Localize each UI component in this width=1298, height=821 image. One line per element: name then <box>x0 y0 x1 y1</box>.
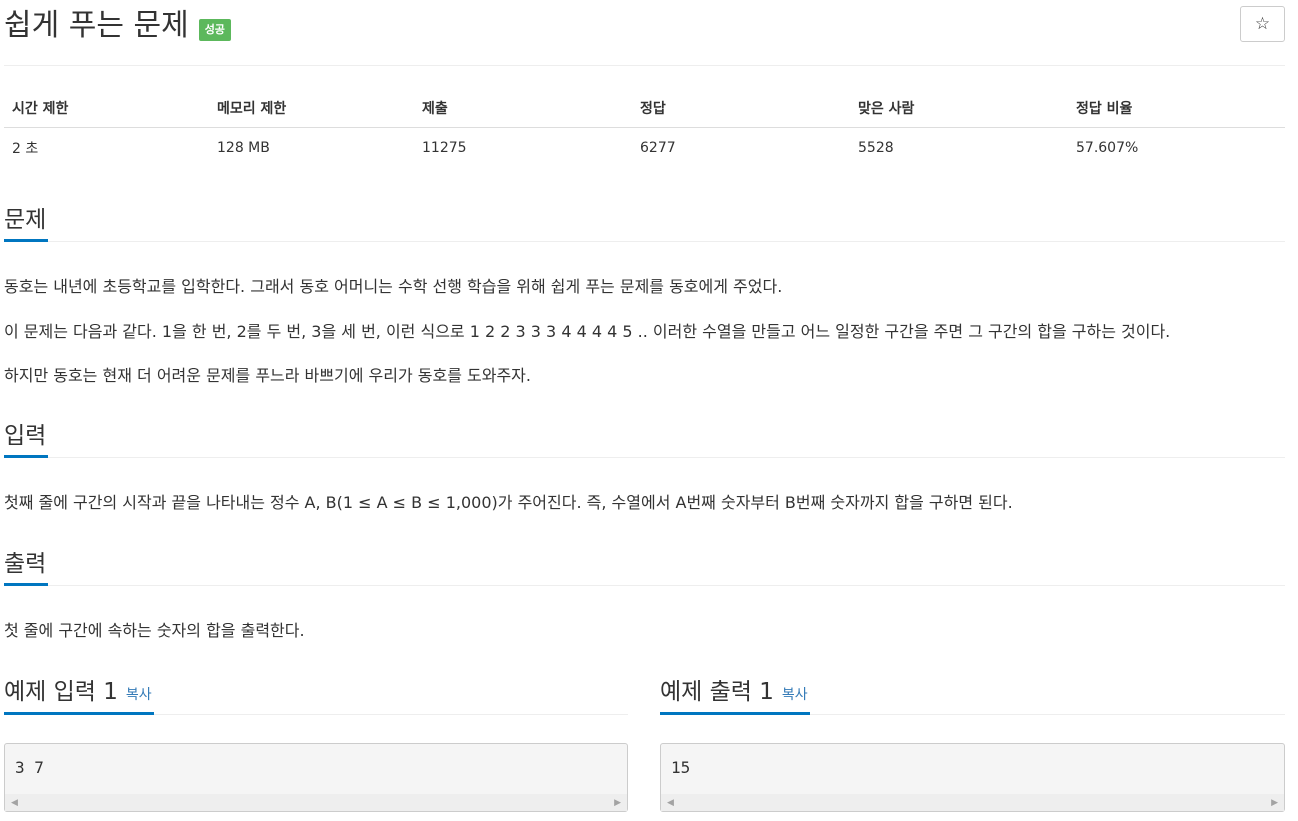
time-limit-value: 2 초 <box>12 141 39 157</box>
input-section-heading: 입력 <box>4 418 1285 458</box>
section-title: 출력 <box>4 546 49 586</box>
scroll-left-icon[interactable]: ◀ <box>11 798 18 808</box>
stats-header-cell: 제출 <box>422 100 448 117</box>
sample-input-title-text: 예제 입력 1 <box>4 679 118 705</box>
stats-header-row: 시간 제한 메모리 제한 제출 정답 맞은 사람 정답 비율 <box>4 88 1285 128</box>
sample-output-heading: 예제 출력 1 복사 <box>660 674 1285 715</box>
problem-paragraph: 동호는 내년에 초등학교를 입학한다. 그래서 동호 어머니는 수학 선행 학습… <box>4 277 783 296</box>
accepted-value: 6277 <box>640 140 676 156</box>
copy-input-link[interactable]: 복사 <box>126 687 152 703</box>
sample-output-title-text: 예제 출력 1 <box>660 679 774 705</box>
title-row: 쉽게 푸는 문제 성공 <box>4 6 231 46</box>
copy-output-link[interactable]: 복사 <box>782 687 808 703</box>
stats-header-cell: 맞은 사람 <box>858 100 915 117</box>
stats-header-cell: 정답 비율 <box>1076 100 1133 117</box>
sample-output-content: 15 <box>671 758 691 777</box>
scroll-left-icon[interactable]: ◀ <box>667 798 674 808</box>
horizontal-scrollbar[interactable]: ◀ ▶ <box>661 794 1284 811</box>
stats-header-cell: 정답 <box>640 100 666 117</box>
stats-header-cell: 시간 제한 <box>12 100 69 117</box>
sample-input-content: 3 7 <box>15 758 44 777</box>
section-title: 입력 <box>4 418 49 458</box>
stats-value-row: 2 초 128 MB 11275 6277 5528 57.607% <box>4 128 1285 168</box>
memory-limit-value: 128 MB <box>217 140 270 156</box>
output-description: 첫 줄에 구간에 속하는 숫자의 합을 출력한다. <box>4 621 305 640</box>
accept-ratio-value: 57.607% <box>1076 140 1139 156</box>
solvers-value: 5528 <box>858 140 894 156</box>
star-icon: ☆ <box>1254 14 1271 34</box>
page-title: 쉽게 푸는 문제 <box>4 8 189 43</box>
sample-output-box[interactable]: 15 ◀ ▶ <box>660 743 1285 812</box>
favorite-button[interactable]: ☆ <box>1240 6 1285 42</box>
divider <box>4 65 1285 66</box>
submissions-value: 11275 <box>422 140 467 156</box>
input-description: 첫째 줄에 구간의 시작과 끝을 나타내는 정수 A, B(1 ≤ A ≤ B … <box>4 493 1013 512</box>
horizontal-scrollbar[interactable]: ◀ ▶ <box>5 794 627 811</box>
stats-header-cell: 메모리 제한 <box>217 100 287 117</box>
scroll-right-icon[interactable]: ▶ <box>614 798 621 808</box>
output-section-heading: 출력 <box>4 546 1285 586</box>
problem-paragraph: 이 문제는 다음과 같다. 1을 한 번, 2를 두 번, 3을 세 번, 이런… <box>4 322 1171 341</box>
problem-section-heading: 문제 <box>4 202 1285 242</box>
sample-input-title: 예제 입력 1 복사 <box>4 674 154 715</box>
section-title: 문제 <box>4 202 49 242</box>
sample-input-heading: 예제 입력 1 복사 <box>4 674 628 715</box>
problem-page: 쉽게 푸는 문제 성공 ☆ 시간 제한 메모리 제한 제출 정답 맞은 사람 정… <box>0 0 1298 821</box>
problem-paragraph: 하지만 동호는 현재 더 어려운 문제를 푸느라 바쁘기에 우리가 동호를 도와… <box>4 366 531 385</box>
stats-table: 시간 제한 메모리 제한 제출 정답 맞은 사람 정답 비율 2 초 128 M… <box>4 88 1285 168</box>
scroll-right-icon[interactable]: ▶ <box>1271 798 1278 808</box>
sample-input-box[interactable]: 3 7 ◀ ▶ <box>4 743 628 812</box>
status-badge: 성공 <box>198 19 231 41</box>
sample-output-title: 예제 출력 1 복사 <box>660 674 810 715</box>
